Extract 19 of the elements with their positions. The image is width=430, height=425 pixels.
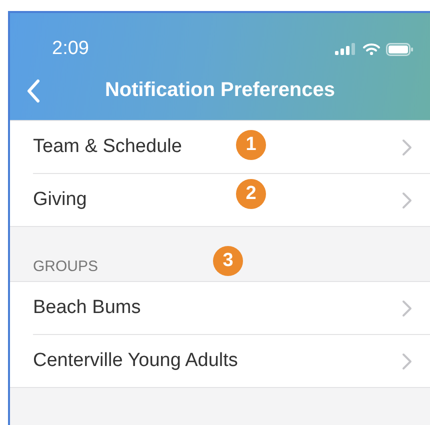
- chevron-right-icon: [402, 138, 412, 156]
- wifi-icon: [363, 43, 380, 55]
- page-title: Notification Preferences: [104, 78, 336, 102]
- list-row[interactable]: Giving 2: [33, 174, 430, 226]
- number-badge: 2: [236, 179, 266, 209]
- number-badge: 3: [213, 246, 243, 276]
- battery-icon: [386, 42, 414, 56]
- section-header: GROUPS: [33, 258, 98, 275]
- chevron-right-icon: [402, 192, 412, 208]
- back-button[interactable]: [26, 79, 40, 103]
- number-badge: 1: [236, 130, 266, 160]
- chevron-left-icon: [26, 79, 40, 103]
- status-time: 2:09: [52, 38, 89, 60]
- list-row[interactable]: Centerville Young Adults: [33, 335, 430, 387]
- chevron-right-icon: [402, 300, 412, 316]
- signal-icon: [335, 43, 357, 55]
- list-row[interactable]: Beach Bums: [33, 282, 430, 335]
- chevron-right-icon: [402, 352, 412, 370]
- list-row[interactable]: Team & Schedule 1: [33, 121, 430, 174]
